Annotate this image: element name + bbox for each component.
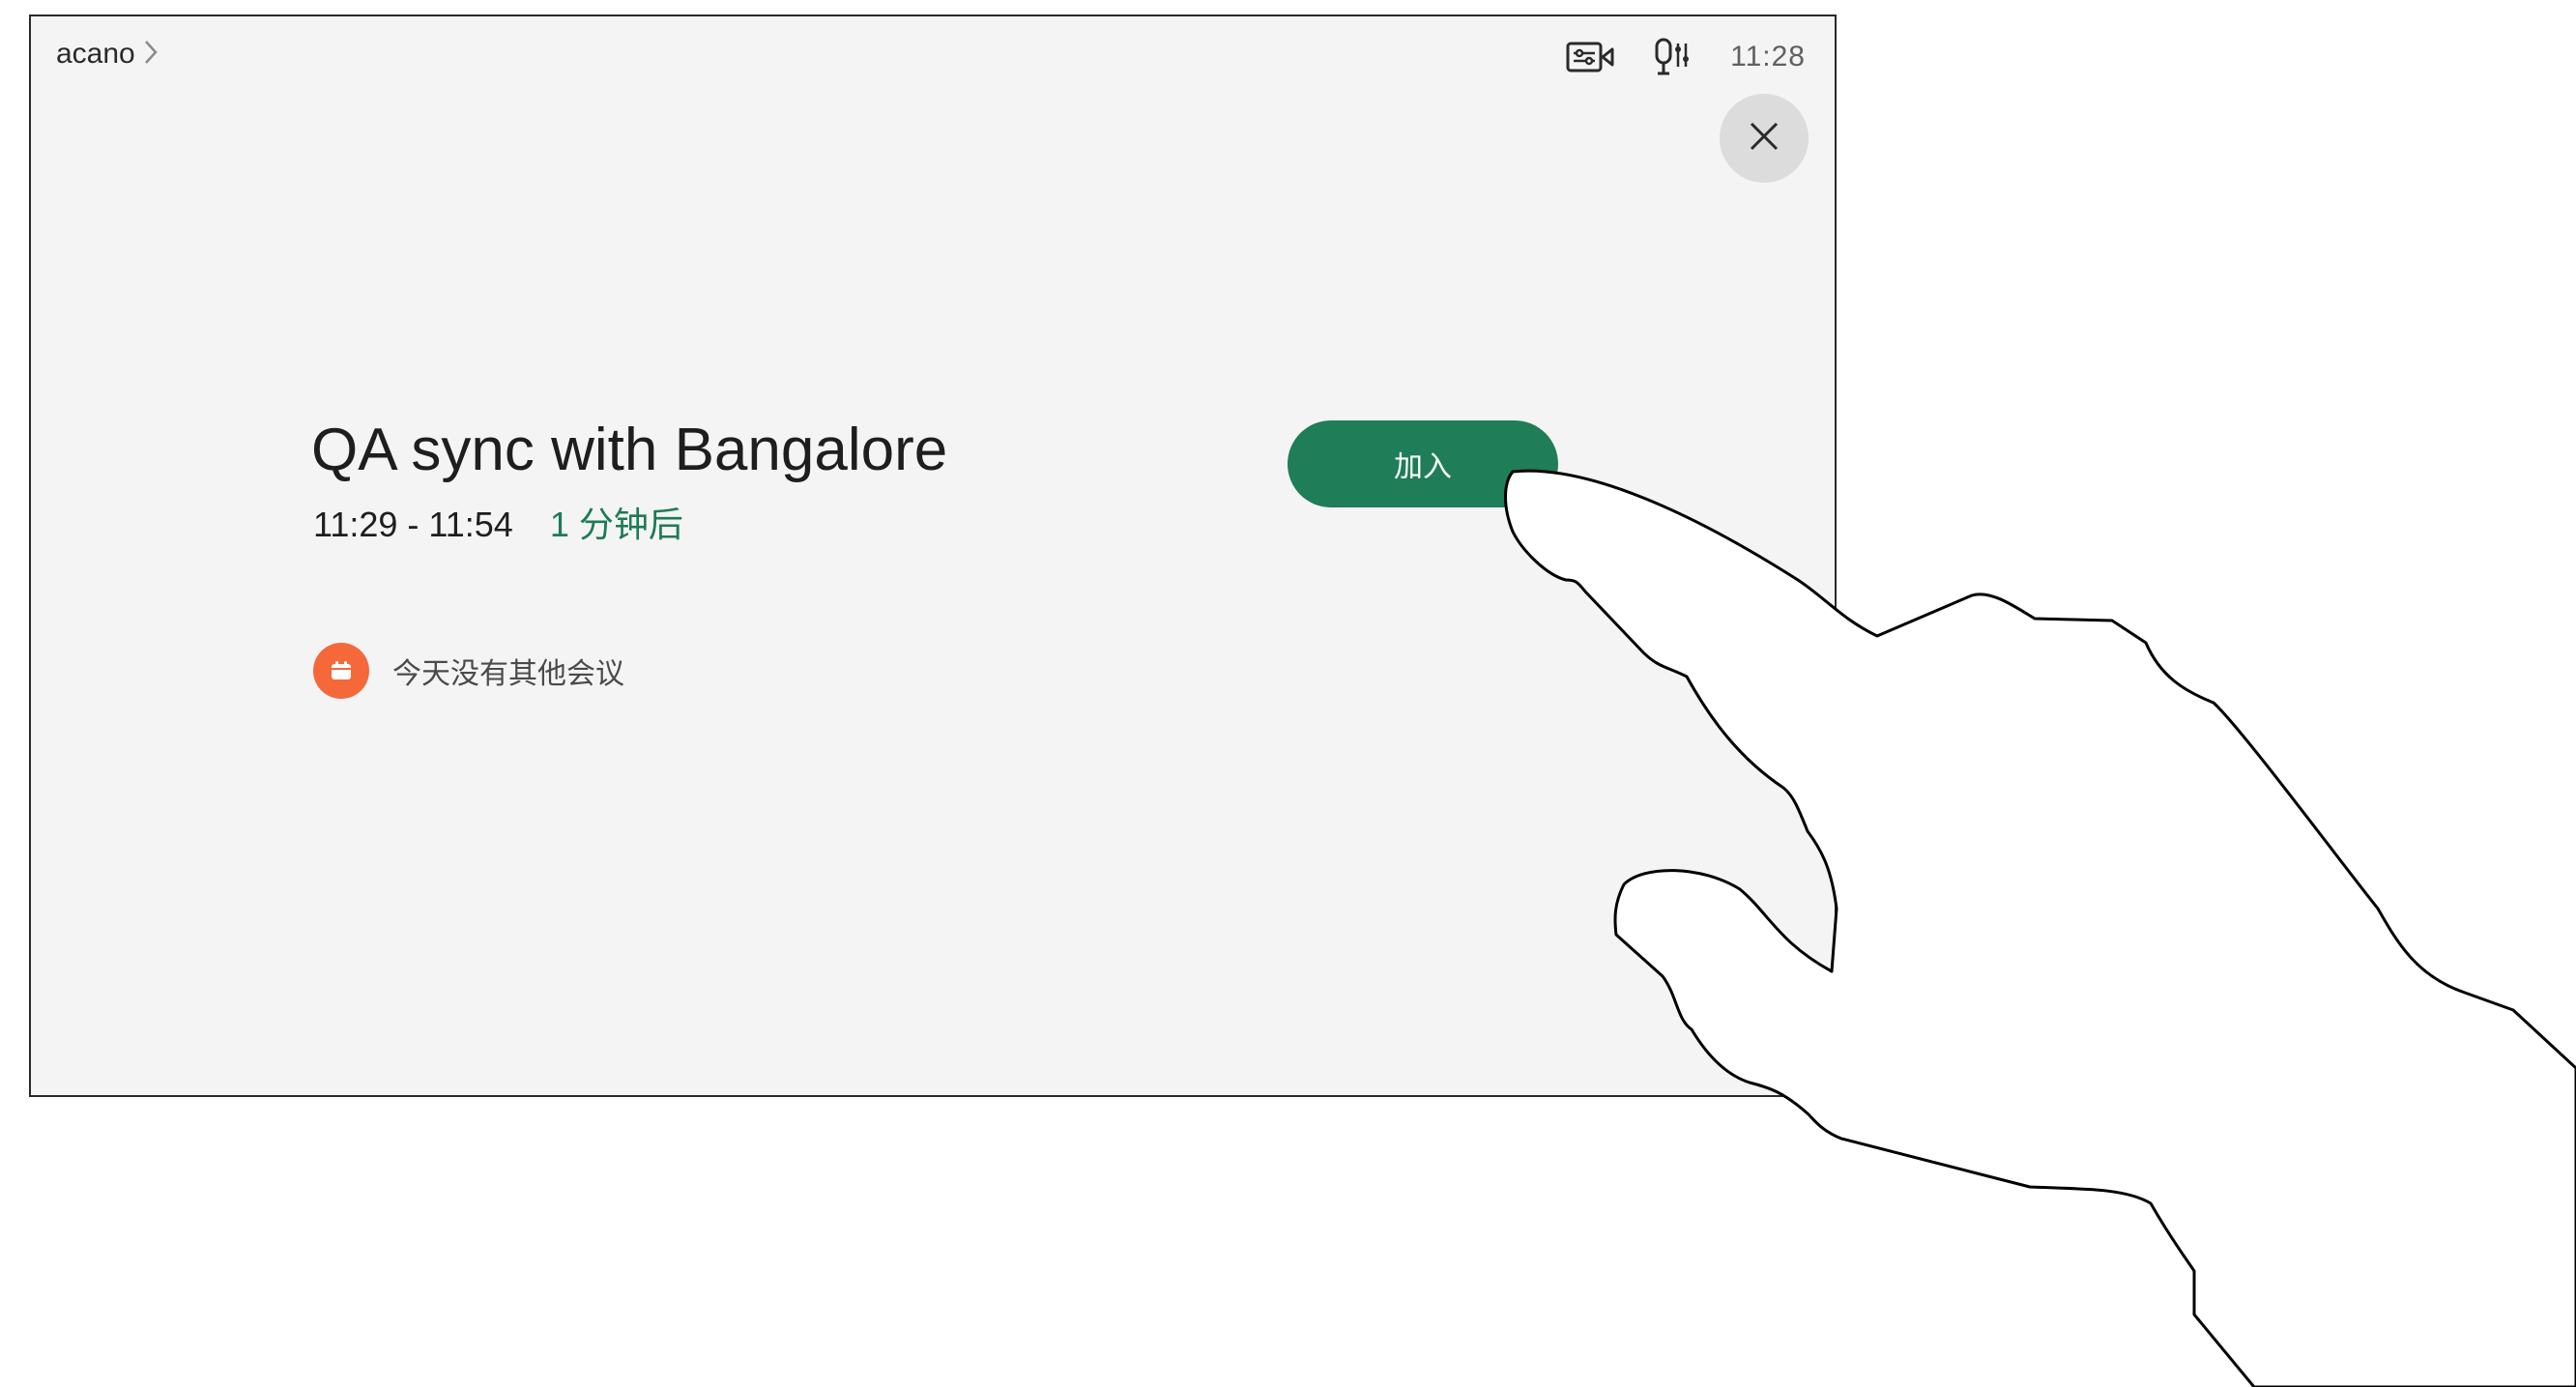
microphone-settings-icon[interactable] <box>1653 38 1692 76</box>
calendar-icon <box>313 643 369 699</box>
meeting-countdown: 1 分钟后 <box>549 505 683 544</box>
close-button[interactable] <box>1720 94 1809 183</box>
meeting-title: QA sync with Bangalore <box>311 417 948 483</box>
chevron-right-icon <box>143 39 159 71</box>
meeting-time-range: 11:29 - 11:54 <box>313 505 513 544</box>
agenda-message: 今天没有其他会议 <box>392 658 624 690</box>
meeting-time: 11:29 - 11:54 1 分钟后 <box>313 497 683 547</box>
agenda-notice: 今天没有其他会议 <box>313 643 624 699</box>
touch-panel-screen: acano 11:28 QA sync with Bangalore 11:29… <box>29 14 1837 1097</box>
join-button[interactable]: 加入 <box>1288 420 1558 507</box>
status-bar: 11:28 <box>1566 38 1806 76</box>
breadcrumb-label: acano <box>56 38 135 70</box>
camera-settings-icon[interactable] <box>1566 40 1614 74</box>
clock: 11:28 <box>1730 41 1806 72</box>
breadcrumb[interactable]: acano <box>56 38 159 71</box>
close-icon <box>1748 120 1780 158</box>
